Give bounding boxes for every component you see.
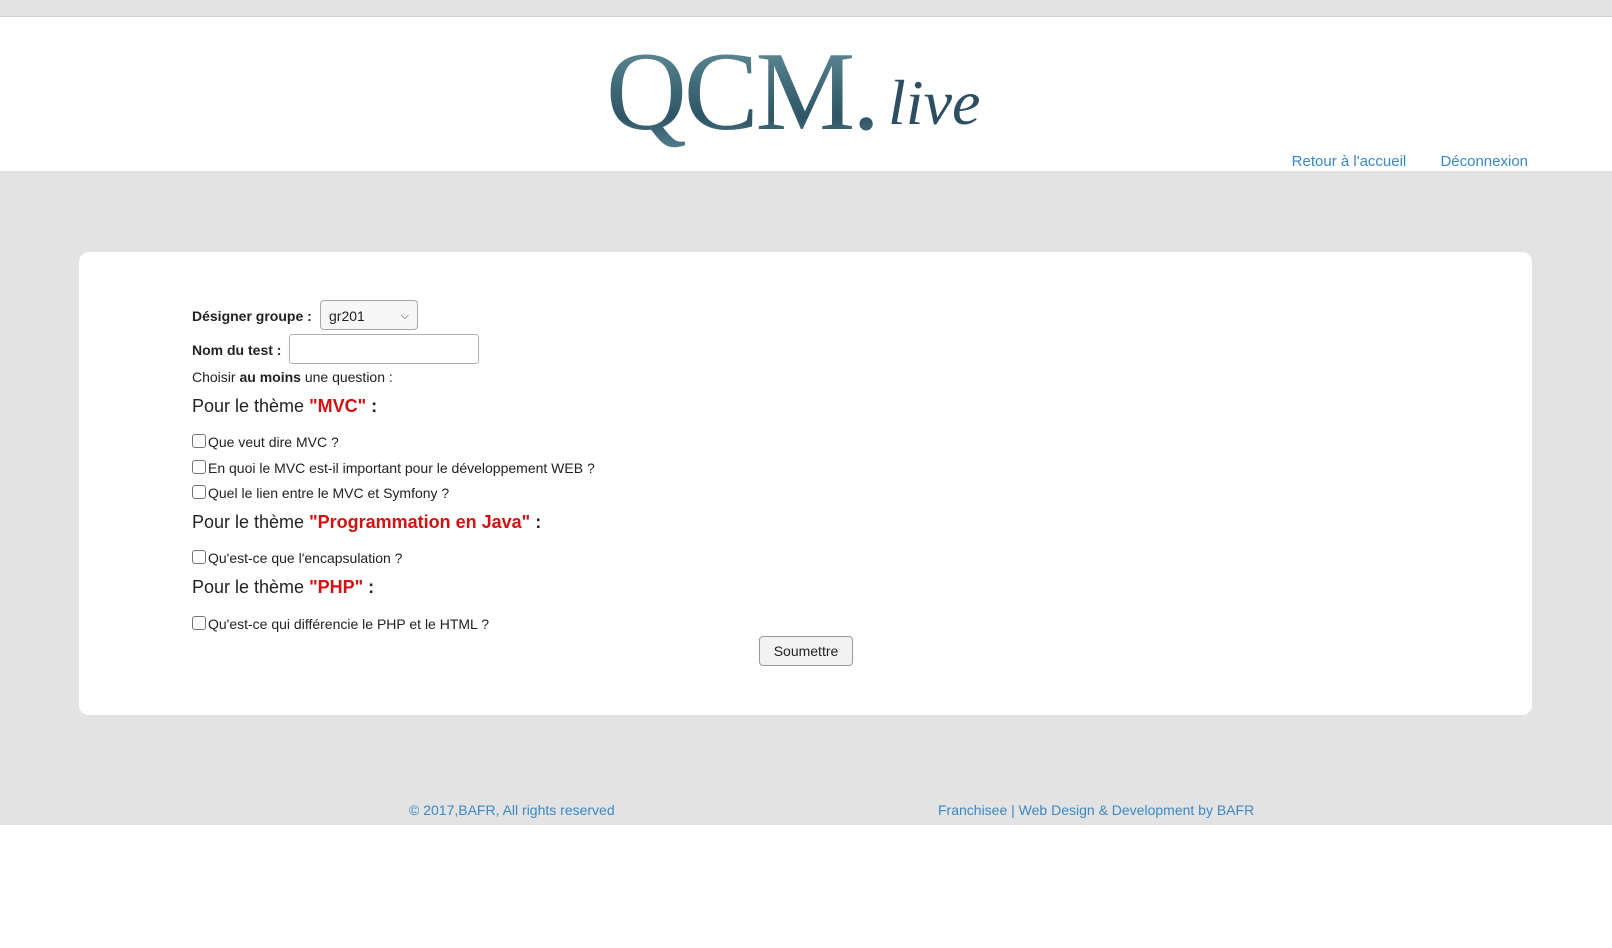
theme-prefix: Pour le thème	[192, 577, 310, 597]
question-item: Qu'est-ce que l'encapsulation ?	[192, 550, 402, 566]
question-item: Que veut dire MVC ?	[192, 434, 339, 450]
theme-heading-mvc: Pour le thème "MVC" :	[192, 396, 377, 417]
theme-suffix: :	[363, 577, 375, 597]
instruction-bold: au moins	[239, 369, 301, 385]
theme-name: "PHP"	[309, 577, 364, 597]
question-checkbox[interactable]	[192, 434, 206, 448]
theme-suffix: :	[366, 396, 378, 416]
instruction-text: Choisir au moins une question :	[192, 369, 393, 385]
nav-home-link[interactable]: Retour à l'accueil	[1292, 153, 1407, 170]
question-item: En quoi le MVC est-il important pour le …	[192, 460, 595, 476]
group-select-value: gr201	[329, 308, 365, 324]
test-name-label: Nom du test :	[192, 342, 282, 358]
test-name-input[interactable]	[289, 334, 479, 364]
theme-name: "MVC"	[309, 396, 367, 416]
question-label: Qu'est-ce que l'encapsulation ?	[208, 550, 403, 566]
theme-heading-java: Pour le thème "Programmation en Java" :	[192, 512, 541, 533]
question-label: En quoi le MVC est-il important pour le …	[208, 460, 595, 476]
instruction-post: une question :	[300, 369, 393, 385]
question-label: Qu'est-ce qui différencie le PHP et le H…	[208, 616, 489, 632]
question-item: Quel le lien entre le MVC et Symfony ?	[192, 485, 449, 501]
logo-sub-text: live	[888, 67, 981, 138]
theme-heading-php: Pour le thème "PHP" :	[192, 577, 374, 598]
submit-button[interactable]: Soumettre	[759, 636, 853, 666]
nav-logout-link[interactable]: Déconnexion	[1440, 153, 1528, 170]
header-nav: Retour à l'accueil Déconnexion	[1262, 153, 1528, 170]
theme-prefix: Pour le thème	[192, 396, 310, 416]
question-checkbox[interactable]	[192, 460, 206, 474]
group-select[interactable]: gr201 ⌵	[320, 300, 418, 330]
site-header: QCM. live Retour à l'accueil Déconnexion	[0, 17, 1612, 171]
question-checkbox[interactable]	[192, 616, 206, 630]
question-label: Que veut dire MVC ?	[208, 434, 339, 450]
top-bar	[0, 0, 1612, 17]
question-label: Quel le lien entre le MVC et Symfony ?	[208, 485, 450, 501]
logo-main-text: QCM.	[606, 27, 880, 157]
question-checkbox[interactable]	[192, 485, 206, 499]
footer-credits-link[interactable]: Franchisee | Web Design & Development by…	[938, 802, 1254, 818]
instruction-pre: Choisir	[192, 369, 240, 385]
theme-prefix: Pour le thème	[192, 512, 310, 532]
chevron-down-icon: ⌵	[400, 310, 409, 322]
main-area: Désigner groupe : gr201 ⌵ Nom du test : …	[0, 171, 1612, 825]
theme-name: "Programmation en Java"	[309, 512, 531, 532]
question-checkbox[interactable]	[192, 550, 206, 564]
group-label: Désigner groupe :	[192, 308, 312, 324]
footer-copyright: © 2017,BAFR, All rights reserved	[409, 802, 615, 818]
theme-suffix: :	[530, 512, 542, 532]
question-item: Qu'est-ce qui différencie le PHP et le H…	[192, 616, 489, 632]
